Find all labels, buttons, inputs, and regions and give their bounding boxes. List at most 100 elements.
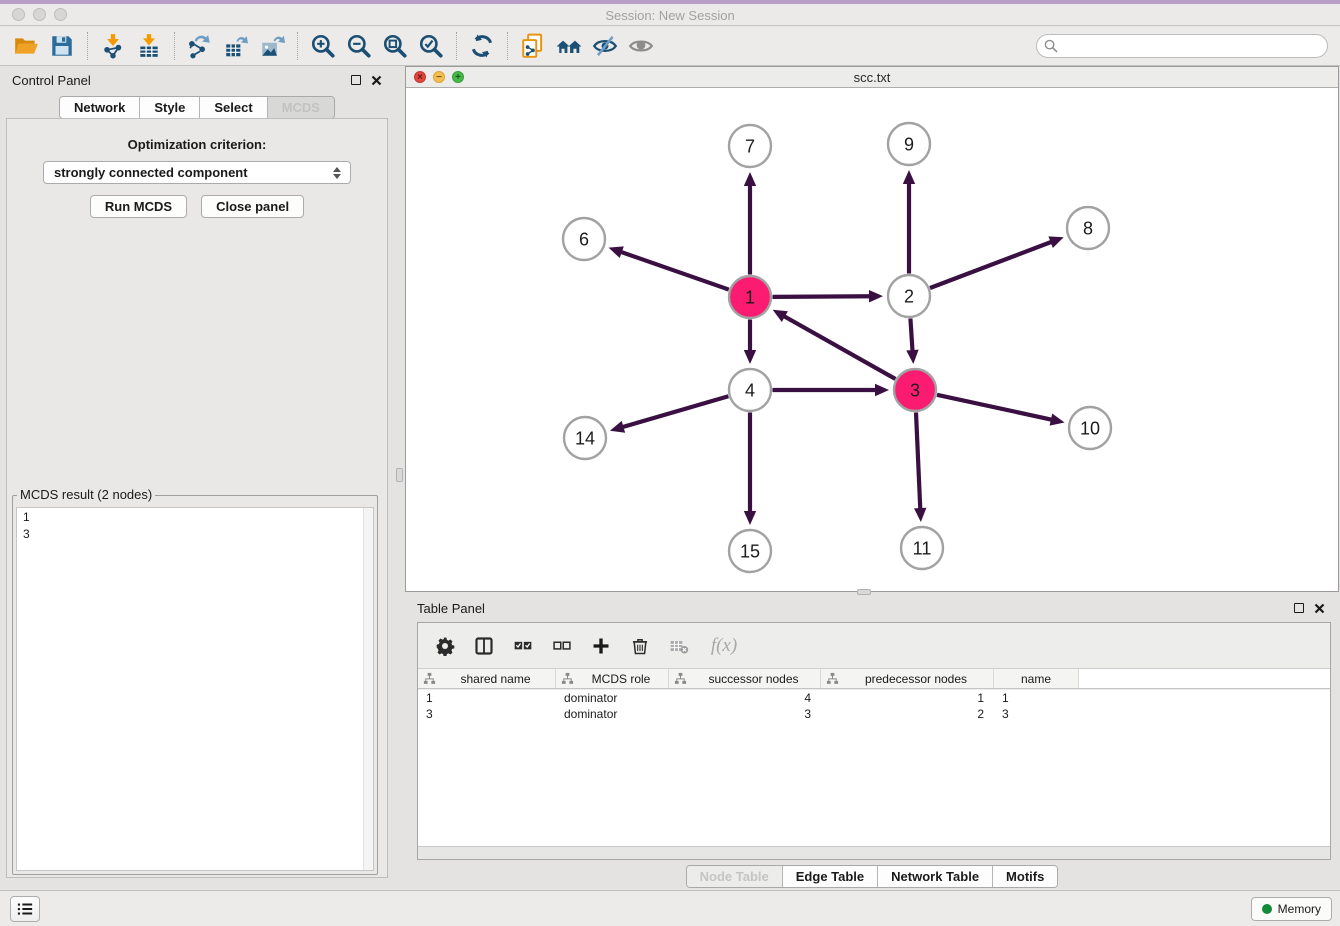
panel-divider-grip[interactable] (396, 468, 403, 482)
column-header-shared-name[interactable]: shared name (418, 669, 556, 688)
tab-style[interactable]: Style (140, 97, 200, 118)
table-cell: 1 (994, 690, 1079, 706)
arrowhead-1-2 (869, 290, 883, 302)
open-file-button[interactable] (8, 31, 44, 61)
delete-column-button[interactable] (629, 635, 651, 657)
float-panel-icon[interactable] (351, 75, 361, 85)
arrowhead-3-10 (1050, 413, 1065, 425)
optimization-criterion-dropdown[interactable]: strongly connected component (43, 161, 351, 184)
task-history-button[interactable] (10, 896, 40, 922)
arrowhead-4-15 (744, 511, 756, 525)
arrowhead-3-11 (914, 508, 926, 522)
select-all-button[interactable] (512, 635, 534, 657)
table-cell: 1 (821, 690, 994, 706)
network-view-window: × − + scc.txt 7968124314101511 (405, 66, 1339, 592)
add-column-button[interactable] (590, 635, 612, 657)
edge-2-3[interactable] (910, 318, 912, 353)
tab-mcds[interactable]: MCDS (268, 97, 334, 118)
memory-status-icon (1262, 904, 1272, 914)
column-header-label: name (994, 672, 1078, 686)
memory-button[interactable]: Memory (1251, 897, 1332, 921)
result-scrollbar[interactable] (363, 508, 373, 870)
table-tab-network-table[interactable]: Network Table (878, 866, 993, 887)
settings-button[interactable] (434, 635, 456, 657)
table-row[interactable]: 3dominator323 (418, 706, 1330, 722)
edge-2-8[interactable] (930, 241, 1053, 288)
save-session-icon (49, 33, 75, 59)
table-tab-node-table[interactable]: Node Table (687, 866, 783, 887)
export-network-button[interactable] (182, 31, 218, 61)
node-label-11: 11 (913, 539, 932, 559)
node-label-2: 2 (904, 287, 914, 307)
zoom-in-button[interactable] (305, 31, 341, 61)
import-network-button[interactable] (95, 31, 131, 61)
show-all-button[interactable] (623, 31, 659, 61)
duplicate-network-button[interactable] (515, 31, 551, 61)
show-all-icon (628, 33, 654, 59)
show-columns-icon (474, 636, 494, 656)
delete-table-button (668, 635, 690, 657)
zoom-fit-button[interactable] (377, 31, 413, 61)
zoom-selected-button[interactable] (413, 31, 449, 61)
titlebar: Session: New Session (0, 4, 1340, 26)
first-neighbors-button[interactable] (551, 31, 587, 61)
dropdown-selected-value: strongly connected component (54, 165, 330, 180)
clear-selection-button[interactable] (551, 635, 573, 657)
tab-select[interactable]: Select (200, 97, 267, 118)
table-tab-edge-table[interactable]: Edge Table (783, 866, 878, 887)
arrowhead-4-14 (610, 421, 625, 433)
float-table-panel-icon[interactable] (1294, 603, 1304, 613)
zoom-out-icon (346, 33, 372, 59)
table-panel-header: Table Panel (405, 595, 1339, 621)
save-session-button[interactable] (44, 31, 80, 61)
close-panel-button[interactable]: Close panel (201, 195, 304, 218)
refresh-button[interactable] (464, 31, 500, 61)
node-label-4: 4 (745, 381, 755, 401)
edge-3-1[interactable] (782, 315, 895, 379)
network-window-titlebar: × − + scc.txt (406, 67, 1338, 88)
clear-selection-icon (552, 636, 572, 656)
node-label-3: 3 (910, 381, 920, 401)
show-columns-button[interactable] (473, 635, 495, 657)
run-mcds-button[interactable]: Run MCDS (90, 195, 187, 218)
toolbar-separator (507, 32, 508, 60)
table-header-row: shared nameMCDS rolesuccessor nodesprede… (418, 668, 1330, 689)
close-panel-icon[interactable] (371, 75, 382, 86)
export-image-button[interactable] (254, 31, 290, 61)
hide-selected-button[interactable] (587, 31, 623, 61)
table-tab-motifs[interactable]: Motifs (993, 866, 1057, 887)
zoom-out-button[interactable] (341, 31, 377, 61)
dropdown-stepper-icon (330, 167, 344, 179)
edge-3-11[interactable] (916, 412, 920, 511)
network-canvas[interactable]: 7968124314101511 (406, 88, 1338, 591)
search-input[interactable] (1036, 34, 1328, 58)
export-table-button[interactable] (218, 31, 254, 61)
column-header-predecessor-nodes[interactable]: predecessor nodes (821, 669, 994, 688)
node-label-1: 1 (745, 288, 755, 308)
tab-network[interactable]: Network (60, 97, 140, 118)
arrowhead-4-3 (875, 384, 889, 396)
close-table-panel-icon[interactable] (1314, 603, 1325, 614)
main-toolbar (0, 27, 1340, 66)
node-label-10: 10 (1080, 419, 1100, 439)
delete-column-icon (630, 636, 650, 656)
node-table-container: f(x) shared nameMCDS rolesuccessor nodes… (417, 622, 1331, 860)
edge-4-14[interactable] (621, 396, 729, 427)
toolbar-separator (87, 32, 88, 60)
column-header-MCDS-role[interactable]: MCDS role (556, 669, 669, 688)
table-hscrollbar[interactable] (418, 846, 1330, 859)
edge-3-10[interactable] (937, 395, 1054, 420)
column-header-successor-nodes[interactable]: successor nodes (669, 669, 821, 688)
mcds-result-item[interactable]: 1 (17, 508, 373, 525)
table-cell: 3 (994, 706, 1079, 722)
edge-1-6[interactable] (619, 251, 729, 289)
edge-1-2[interactable] (772, 296, 872, 297)
mcds-result-item[interactable]: 3 (17, 525, 373, 542)
column-type-icon (561, 672, 574, 685)
mcds-result-list[interactable]: 13 (16, 507, 374, 871)
column-header-name[interactable]: name (994, 669, 1079, 688)
table-row[interactable]: 1dominator411 (418, 690, 1330, 706)
import-table-button[interactable] (131, 31, 167, 61)
delete-table-icon (669, 636, 689, 656)
window-title: Session: New Session (0, 8, 1340, 23)
